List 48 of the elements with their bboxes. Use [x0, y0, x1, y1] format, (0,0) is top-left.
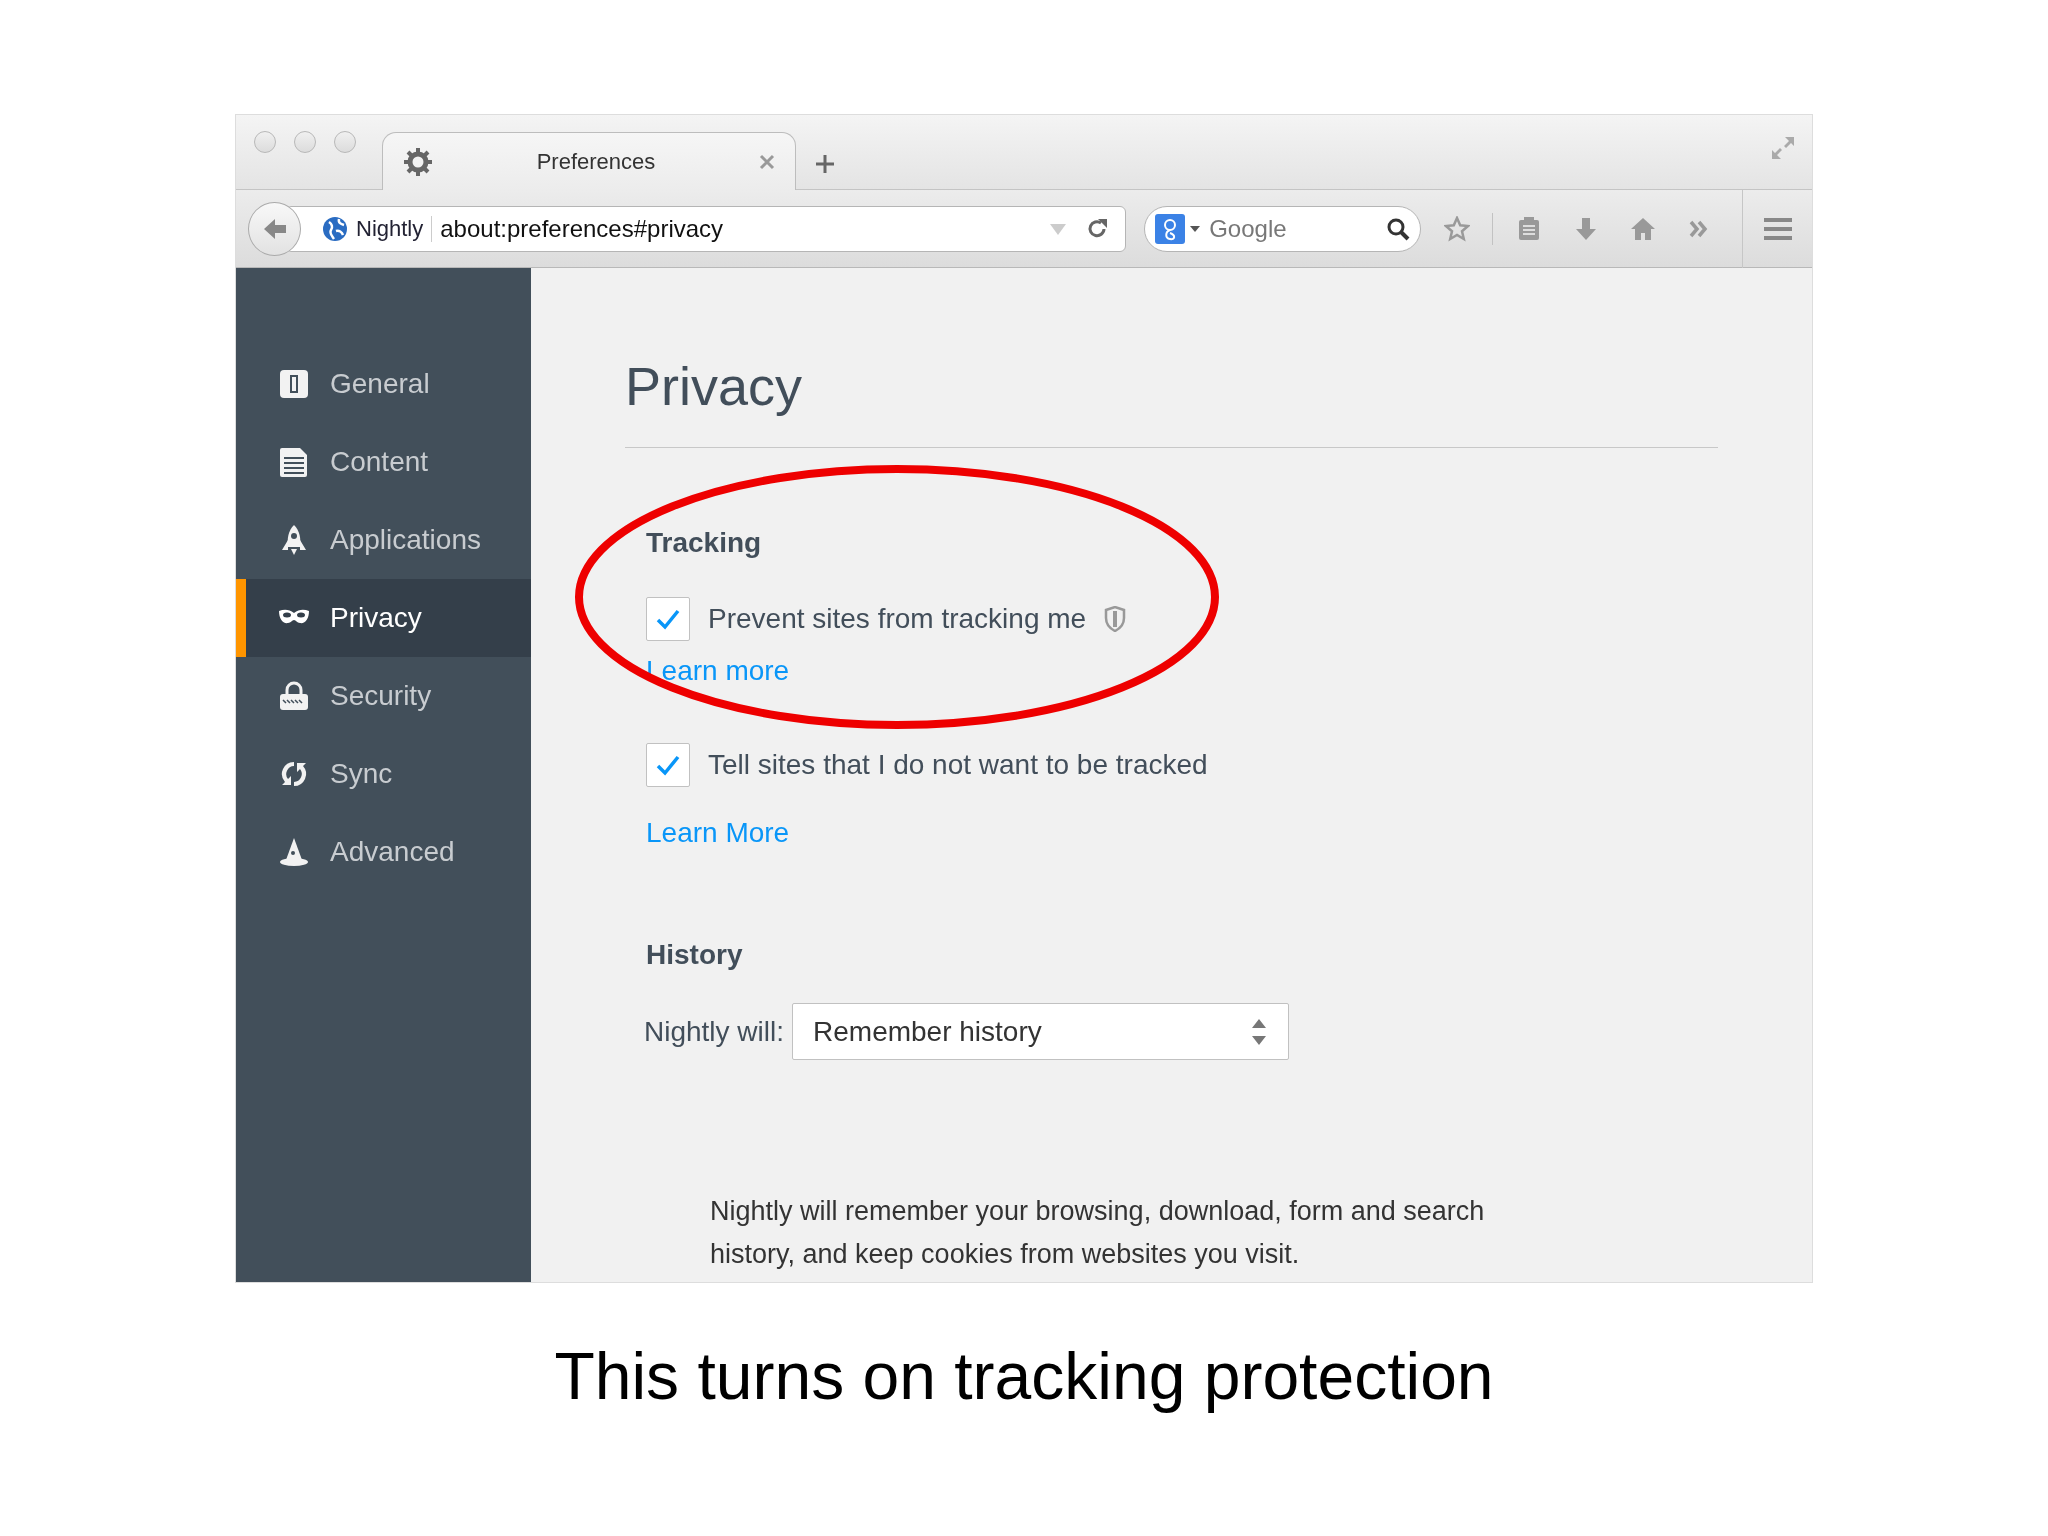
window-control-button[interactable] [294, 131, 316, 153]
checkmark-icon [656, 608, 680, 630]
lock-icon [278, 680, 310, 712]
sidebar-item[interactable]: General [236, 345, 531, 423]
globe-icon [322, 215, 348, 242]
tab-title: Preferences [535, 148, 657, 175]
close-icon [759, 153, 775, 170]
down-arrow-icon [1573, 215, 1599, 242]
window-control-button[interactable] [334, 131, 356, 153]
window-control-button[interactable] [254, 131, 276, 153]
wizard-hat-icon [278, 836, 310, 868]
sidebar-item[interactable]: Privacy [236, 579, 531, 657]
checkbox-label: Tell sites that I do not want to be tracked [708, 749, 1208, 781]
sidebar-item[interactable]: Content [236, 423, 531, 501]
history-select[interactable]: Remember history [792, 1003, 1290, 1060]
field-label: Nightly will: [644, 1015, 785, 1048]
checkmark-icon [656, 754, 680, 776]
close-tab-button[interactable] [759, 153, 775, 170]
menu-icon [1763, 216, 1794, 241]
search-engine-icon [1155, 213, 1202, 244]
browser-tab[interactable]: Preferences [382, 132, 796, 190]
search-icon [1386, 216, 1411, 241]
checkbox-label: Prevent sites from tracking me [708, 603, 1087, 635]
plus-icon [814, 153, 836, 175]
checkbox[interactable] [646, 597, 690, 641]
dropdown-triangle-icon [1049, 221, 1068, 236]
section-heading: Tracking [646, 527, 763, 559]
gear-icon [403, 146, 433, 177]
history-description: Nightly will remember your browsing, download, form and search history, and keep cookies from websites you visit. [710, 1195, 1486, 1271]
sidebar-item[interactable]: Sync [236, 735, 531, 813]
sidebar-item[interactable]: Applications [236, 501, 531, 579]
new-tab-button[interactable] [814, 153, 836, 175]
search-field[interactable]: Google [1207, 213, 1381, 244]
checkbox[interactable] [646, 743, 690, 787]
page-title: Privacy [625, 355, 1718, 448]
section-heading: History [646, 939, 744, 971]
back-button[interactable] [248, 201, 301, 256]
slide-caption: This turns on tracking protection [553, 1338, 1495, 1414]
switch-icon [278, 368, 310, 400]
site-identity[interactable]: Nightly [356, 215, 433, 242]
document-icon [278, 446, 310, 478]
home-icon [1630, 215, 1657, 242]
url-field[interactable]: about:preferences#privacy [440, 214, 1042, 243]
search-bar[interactable]: Google [1144, 205, 1422, 252]
sidebar-item[interactable]: Advanced [236, 813, 531, 891]
star-icon [1443, 215, 1470, 242]
learn-more-link[interactable]: Learn More [646, 817, 790, 849]
sidebar-item[interactable]: Security [236, 657, 531, 735]
